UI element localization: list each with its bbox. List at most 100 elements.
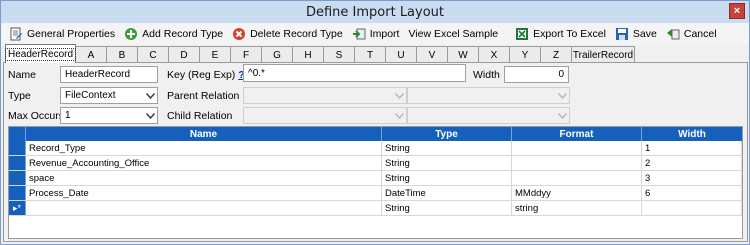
tab-d[interactable]: D: [168, 46, 200, 63]
import-label: Import: [369, 27, 400, 40]
tab-w[interactable]: W: [447, 46, 479, 63]
width-label: Width: [473, 69, 500, 81]
new-table-row[interactable]: ▸* String string: [9, 201, 742, 216]
record-tabs: HeaderRecord A B C D E F G H S T U V W X…: [4, 44, 635, 63]
cancel-label: Cancel: [683, 27, 717, 40]
parent-relation-select[interactable]: [243, 87, 407, 104]
table-row[interactable]: Process_Date DateTime MMddyy 6: [9, 186, 742, 201]
close-button[interactable]: ×: [729, 3, 745, 19]
row-header[interactable]: [9, 156, 26, 170]
tab-x[interactable]: X: [478, 46, 510, 63]
max-occurs-label: Max Occurs: [8, 110, 65, 122]
new-row-marker[interactable]: ▸*: [9, 201, 26, 215]
grid-header: Name Type Format Width: [9, 127, 742, 141]
delete-record-type-label: Delete Record Type: [250, 27, 343, 40]
window-title: Define Import Layout: [305, 4, 445, 20]
tab-trailerrecord[interactable]: TrailerRecord: [571, 46, 635, 63]
child-relation-select[interactable]: [243, 107, 407, 124]
undo-arrow-icon: [666, 27, 680, 41]
cell-width[interactable]: 6: [642, 186, 742, 200]
key-label: Key (Reg Exp)?: [167, 69, 245, 81]
column-header-width[interactable]: Width: [642, 127, 742, 141]
save-button[interactable]: Save: [615, 25, 657, 43]
cell-name[interactable]: Revenue_Accounting_Office: [26, 156, 382, 170]
table-row[interactable]: Revenue_Accounting_Office String 2: [9, 156, 742, 171]
tab-e[interactable]: E: [199, 46, 231, 63]
column-header-name[interactable]: Name: [26, 127, 382, 141]
tab-v[interactable]: V: [416, 46, 448, 63]
chevron-down-icon[interactable]: [392, 88, 406, 103]
chevron-down-icon[interactable]: [143, 108, 157, 123]
child-relation-label: Child Relation: [167, 110, 233, 122]
cell-type[interactable]: String: [382, 201, 512, 215]
chevron-down-icon[interactable]: [143, 88, 157, 103]
tab-y[interactable]: Y: [509, 46, 541, 63]
table-row[interactable]: space String 3: [9, 171, 742, 186]
general-properties-button[interactable]: General Properties: [9, 25, 115, 43]
cell-type[interactable]: String: [382, 156, 512, 170]
row-header[interactable]: [9, 141, 26, 155]
max-occurs-select[interactable]: 1: [60, 107, 158, 124]
floppy-disk-icon: [615, 27, 629, 41]
record-panel: Name HeaderRecord Key (Reg Exp)? ^0.* Wi…: [3, 62, 748, 242]
chevron-down-icon[interactable]: [392, 108, 406, 123]
child-relation-field-select[interactable]: [407, 107, 570, 124]
cell-type[interactable]: String: [382, 171, 512, 185]
tab-a[interactable]: A: [75, 46, 107, 63]
view-excel-sample-label: View Excel Sample: [408, 27, 499, 40]
tab-headerrecord[interactable]: HeaderRecord: [4, 44, 77, 63]
cancel-button[interactable]: Cancel: [666, 25, 717, 43]
delete-record-type-button[interactable]: Delete Record Type: [232, 25, 343, 43]
document-edit-icon: [9, 27, 23, 41]
cell-width[interactable]: 1: [642, 141, 742, 155]
import-button[interactable]: Import: [352, 25, 400, 43]
cell-format[interactable]: string: [512, 201, 642, 215]
tab-c[interactable]: C: [137, 46, 169, 63]
tab-f[interactable]: F: [230, 46, 262, 63]
column-header-type[interactable]: Type: [382, 127, 512, 141]
cell-format[interactable]: MMddyy: [512, 186, 642, 200]
type-label: Type: [8, 90, 31, 102]
export-to-excel-button[interactable]: Export To Excel: [515, 25, 606, 43]
tab-s[interactable]: S: [323, 46, 355, 63]
cell-name[interactable]: Process_Date: [26, 186, 382, 200]
cell-name[interactable]: space: [26, 171, 382, 185]
general-properties-label: General Properties: [27, 27, 116, 40]
table-row[interactable]: Record_Type String 1: [9, 141, 742, 156]
export-to-excel-label: Export To Excel: [533, 27, 606, 40]
cell-width[interactable]: 3: [642, 171, 742, 185]
cell-width[interactable]: 2: [642, 156, 742, 170]
cell-name[interactable]: Record_Type: [26, 141, 382, 155]
define-import-layout-window: Define Import Layout × General Propertie…: [0, 0, 750, 245]
tab-g[interactable]: G: [261, 46, 293, 63]
view-excel-sample-button[interactable]: View Excel Sample: [408, 25, 498, 43]
cell-format[interactable]: [512, 156, 642, 170]
tab-b[interactable]: B: [106, 46, 138, 63]
cell-format[interactable]: [512, 171, 642, 185]
name-input[interactable]: HeaderRecord: [60, 66, 158, 83]
cell-type[interactable]: DateTime: [382, 186, 512, 200]
parent-relation-field-select[interactable]: [407, 87, 570, 104]
column-header-format[interactable]: Format: [512, 127, 642, 141]
row-header[interactable]: [9, 186, 26, 200]
cell-width[interactable]: [642, 201, 742, 215]
row-header[interactable]: [9, 171, 26, 185]
name-label: Name: [8, 69, 37, 81]
toolbar: General Properties Add Record Type Delet…: [1, 23, 749, 44]
cell-name[interactable]: [26, 201, 382, 215]
chevron-down-icon[interactable]: [555, 108, 569, 123]
cell-format[interactable]: [512, 141, 642, 155]
width-input[interactable]: 0: [504, 66, 569, 83]
tab-t[interactable]: T: [354, 46, 386, 63]
tab-h[interactable]: H: [292, 46, 324, 63]
delete-icon: [232, 27, 246, 41]
tab-z[interactable]: Z: [540, 46, 572, 63]
import-icon: [352, 27, 366, 41]
add-record-type-button[interactable]: Add Record Type: [124, 25, 223, 43]
title-bar: Define Import Layout ×: [1, 1, 749, 23]
cell-type[interactable]: String: [382, 141, 512, 155]
type-select[interactable]: FileContext: [60, 87, 158, 104]
tab-u[interactable]: U: [385, 46, 417, 63]
key-regex-input[interactable]: ^0.*: [243, 64, 466, 82]
chevron-down-icon[interactable]: [555, 88, 569, 103]
